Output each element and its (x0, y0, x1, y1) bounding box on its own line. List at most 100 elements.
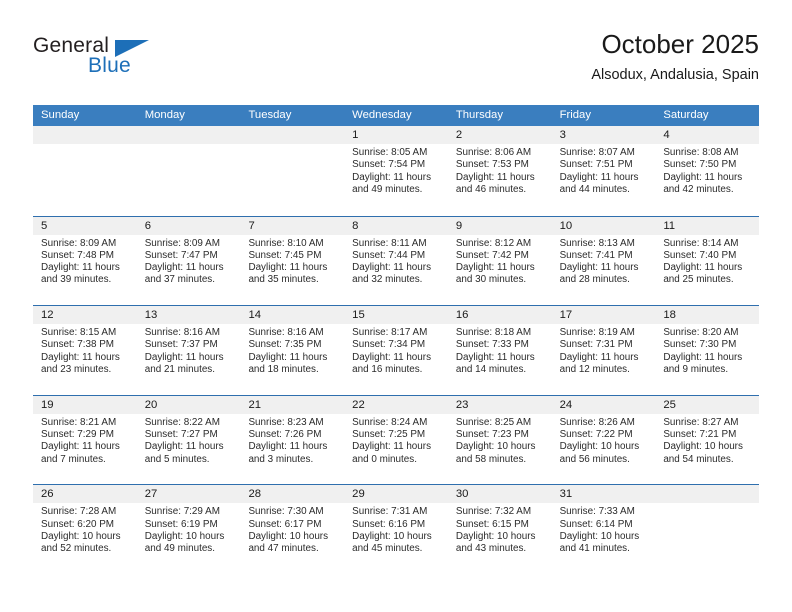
calendar-day-cell[interactable]: 5 Sunrise: 8:09 AM Sunset: 7:48 PM Daylight… (33, 216, 137, 306)
calendar-day-cell[interactable]: 6 Sunrise: 8:09 AM Sunset: 7:47 PM Daylight… (136, 216, 241, 306)
sunrise-time: Sunrise: 8:11 AM (352, 237, 427, 249)
calendar-day-cell[interactable]: 3 Sunrise: 8:07 AM Sunset: 7:51 PM Daylight… (551, 126, 656, 216)
sunset-time: Sunset: 7:38 PM (41, 339, 115, 351)
calendar-day-cell[interactable]: 28 Sunrise: 7:30 AM Sunset: 6:17 PM Dayligh… (240, 485, 345, 574)
calendar-day-cell[interactable]: 24 Sunrise: 8:26 AM Sunset: 7:22 PM Dayligh… (551, 395, 656, 485)
daylight-duration-line2: and 56 minutes. (559, 453, 630, 465)
general-blue-logo[interactable]: General Blue (33, 34, 163, 82)
daylight-duration-line2: and 16 minutes. (352, 364, 423, 376)
day-sun-info: Sunrise: 8:08 AM Sunset: 7:50 PM Daylight:… (655, 144, 759, 196)
sunset-time: Sunset: 7:27 PM (144, 429, 218, 441)
calendar-day-cell[interactable]: 12 Sunrise: 8:15 AM Sunset: 7:38 PM Dayligh… (33, 306, 137, 395)
sunset-time: Sunset: 7:45 PM (248, 249, 322, 261)
sunset-time: Sunset: 7:25 PM (352, 429, 426, 441)
calendar-day-cell[interactable]: 26 Sunrise: 7:28 AM Sunset: 6:20 PM Dayligh… (33, 485, 137, 574)
sunrise-time: Sunrise: 7:29 AM (144, 506, 220, 518)
day-number (136, 126, 241, 144)
calendar-day-cell[interactable]: 1 Sunrise: 8:05 AM Sunset: 7:54 PM Daylight… (344, 126, 448, 216)
sunset-time: Sunset: 7:34 PM (352, 339, 426, 351)
day-number: 15 (344, 306, 448, 325)
calendar-day-cell[interactable]: 2 Sunrise: 8:06 AM Sunset: 7:53 PM Daylight… (447, 126, 552, 216)
day-sun-info: Sunrise: 7:28 AM Sunset: 6:20 PM Daylight:… (33, 503, 137, 555)
logo-text-blue: Blue (88, 54, 131, 77)
sunrise-time: Sunrise: 8:13 AM (559, 237, 635, 249)
calendar-week-row: 26 Sunrise: 7:28 AM Sunset: 6:20 PM Dayligh… (33, 484, 760, 574)
daylight-duration-line1: Daylight: 10 hours (144, 530, 225, 542)
calendar-day-cell[interactable]: 11 Sunrise: 8:14 AM Sunset: 7:40 PM Dayligh… (655, 216, 760, 306)
weekday-header-thursday: Thursday (455, 109, 503, 121)
calendar-day-cell[interactable]: 19 Sunrise: 8:21 AM Sunset: 7:29 PM Dayligh… (33, 395, 137, 485)
calendar-day-cell[interactable]: 25 Sunrise: 8:27 AM Sunset: 7:21 PM Dayligh… (655, 395, 760, 485)
calendar-day-cell[interactable]: 4 Sunrise: 8:08 AM Sunset: 7:50 PM Daylight… (655, 126, 760, 216)
calendar-day-cell[interactable]: 9 Sunrise: 8:12 AM Sunset: 7:42 PM Daylight… (447, 216, 552, 306)
daylight-duration-line2: and 12 minutes. (559, 364, 630, 376)
day-number: 22 (344, 395, 448, 414)
calendar-day-cell[interactable]: 22 Sunrise: 8:24 AM Sunset: 7:25 PM Dayligh… (344, 395, 448, 485)
calendar-day-cell[interactable]: 20 Sunrise: 8:22 AM Sunset: 7:27 PM Dayligh… (136, 395, 241, 485)
sunrise-time: Sunrise: 8:09 AM (41, 237, 117, 249)
daylight-duration-line1: Daylight: 10 hours (455, 530, 536, 542)
calendar-day-cell-empty (136, 126, 241, 216)
calendar-day-cell[interactable]: 27 Sunrise: 7:29 AM Sunset: 6:19 PM Dayligh… (136, 485, 241, 574)
daylight-duration-line1: Daylight: 11 hours (455, 171, 535, 183)
daylight-duration-line1: Daylight: 11 hours (663, 171, 743, 183)
sunset-time: Sunset: 7:35 PM (248, 339, 322, 351)
day-number: 5 (33, 216, 137, 235)
sunset-time: Sunset: 6:20 PM (41, 518, 115, 530)
calendar-day-cell[interactable]: 15 Sunrise: 8:17 AM Sunset: 7:34 PM Dayligh… (344, 306, 448, 395)
daylight-duration-line1: Daylight: 10 hours (248, 530, 329, 542)
sunset-time: Sunset: 7:51 PM (559, 159, 633, 171)
daylight-duration-line2: and 32 minutes. (352, 274, 423, 286)
calendar-week-row: 19 Sunrise: 8:21 AM Sunset: 7:29 PM Dayligh… (33, 394, 760, 485)
daylight-duration-line1: Daylight: 10 hours (663, 441, 743, 453)
weekday-header-tuesday: Tuesday (248, 109, 292, 121)
sunrise-time: Sunrise: 7:33 AM (559, 506, 635, 518)
calendar-day-cell[interactable]: 14 Sunrise: 8:16 AM Sunset: 7:35 PM Dayligh… (240, 306, 345, 395)
calendar-day-cell[interactable]: 30 Sunrise: 7:32 AM Sunset: 6:15 PM Dayligh… (447, 485, 552, 574)
sunrise-time: Sunrise: 8:18 AM (455, 327, 532, 339)
sunrise-time: Sunrise: 8:10 AM (248, 237, 324, 249)
day-sun-info: Sunrise: 7:33 AM Sunset: 6:14 PM Daylight:… (552, 503, 656, 555)
daylight-duration-line1: Daylight: 11 hours (248, 262, 328, 274)
sunset-time: Sunset: 7:41 PM (559, 249, 633, 261)
calendar-day-cell-empty (33, 126, 137, 216)
day-sun-info: Sunrise: 8:09 AM Sunset: 7:48 PM Daylight:… (33, 235, 137, 287)
day-number: 16 (447, 306, 552, 325)
day-sun-info: Sunrise: 7:31 AM Sunset: 6:16 PM Daylight:… (344, 503, 448, 555)
calendar-day-cell[interactable]: 13 Sunrise: 8:16 AM Sunset: 7:37 PM Dayligh… (136, 306, 241, 395)
day-number: 25 (655, 395, 760, 414)
sunset-time: Sunset: 7:53 PM (455, 159, 529, 171)
calendar-day-cell[interactable]: 31 Sunrise: 7:33 AM Sunset: 6:14 PM Dayligh… (551, 485, 656, 574)
sunset-time: Sunset: 6:19 PM (144, 518, 218, 530)
sunset-time: Sunset: 7:23 PM (455, 429, 529, 441)
calendar-day-cell[interactable]: 16 Sunrise: 8:18 AM Sunset: 7:33 PM Dayligh… (447, 306, 552, 395)
day-number: 20 (136, 395, 241, 414)
title-block: October 2025 Alsodux, Andalusia, Spain (591, 28, 759, 86)
day-number: 11 (655, 216, 760, 235)
calendar-day-cell[interactable]: 8 Sunrise: 8:11 AM Sunset: 7:44 PM Daylight… (344, 216, 448, 306)
daylight-duration-line2: and 14 minutes. (455, 364, 527, 376)
daylight-duration-line1: Daylight: 11 hours (352, 171, 432, 183)
calendar-day-cell[interactable]: 10 Sunrise: 8:13 AM Sunset: 7:41 PM Dayligh… (551, 216, 656, 306)
calendar-day-cell[interactable]: 17 Sunrise: 8:19 AM Sunset: 7:31 PM Dayligh… (551, 306, 656, 395)
day-number (33, 126, 137, 144)
calendar-day-cell[interactable]: 29 Sunrise: 7:31 AM Sunset: 6:16 PM Dayligh… (344, 485, 448, 574)
calendar-week-row: 1 Sunrise: 8:05 AM Sunset: 7:54 PM Daylight… (33, 126, 760, 216)
daylight-duration-line1: Daylight: 11 hours (248, 441, 328, 453)
daylight-duration-line2: and 58 minutes. (455, 453, 527, 465)
daylight-duration-line1: Daylight: 10 hours (559, 530, 640, 542)
daylight-duration-line2: and 28 minutes. (559, 274, 630, 286)
day-number: 31 (551, 485, 656, 504)
daylight-duration-line2: and 23 minutes. (41, 364, 112, 376)
day-number: 24 (551, 395, 656, 414)
calendar-day-cell[interactable]: 7 Sunrise: 8:10 AM Sunset: 7:45 PM Daylight… (240, 216, 345, 306)
sunset-time: Sunset: 7:26 PM (248, 429, 322, 441)
calendar-day-cell[interactable]: 21 Sunrise: 8:23 AM Sunset: 7:26 PM Dayligh… (240, 395, 345, 485)
daylight-duration-line1: Daylight: 11 hours (41, 351, 120, 363)
weekday-header-sunday: Sunday (41, 109, 80, 121)
day-number: 8 (344, 216, 448, 235)
calendar-day-cell[interactable]: 23 Sunrise: 8:25 AM Sunset: 7:23 PM Dayligh… (447, 395, 552, 485)
calendar-day-cell[interactable]: 18 Sunrise: 8:20 AM Sunset: 7:30 PM Dayligh… (655, 306, 760, 395)
sunrise-time: Sunrise: 8:12 AM (455, 237, 532, 249)
day-sun-info: Sunrise: 8:16 AM Sunset: 7:35 PM Daylight:… (240, 324, 344, 376)
